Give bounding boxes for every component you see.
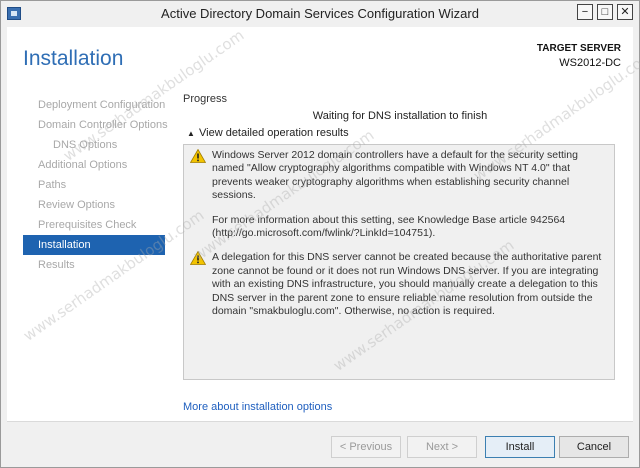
- install-button[interactable]: Install: [485, 436, 555, 458]
- wizard-steps-sidebar: Deployment Configuration Domain Controll…: [23, 95, 168, 275]
- warning-icon: [190, 149, 206, 163]
- sidebar-item-results: Results: [38, 259, 75, 271]
- warning-more-info: For more information about this setting,…: [212, 213, 566, 240]
- sidebar-item-additional-options: Additional Options: [38, 159, 128, 171]
- sidebar-item-deployment-configuration: Deployment Configuration: [38, 99, 166, 111]
- expander-label: View detailed operation results: [199, 127, 349, 139]
- target-server-name: WS2012-DC: [559, 57, 621, 69]
- sidebar-item-dns-options: DNS Options: [53, 139, 118, 151]
- next-button[interactable]: Next >: [407, 436, 477, 458]
- sidebar-item-review-options: Review Options: [38, 199, 116, 211]
- installation-status: Waiting for DNS installation to finish: [312, 110, 488, 122]
- progress-label: Progress: [183, 93, 228, 105]
- maximize-button[interactable]: □: [597, 4, 613, 20]
- previous-button[interactable]: < Previous: [331, 436, 401, 458]
- minimize-button[interactable]: −: [577, 4, 593, 20]
- target-server-label: TARGET SERVER: [536, 43, 621, 54]
- content-area: Deployment Configuration Domain Controll…: [7, 79, 633, 421]
- warning-message: Windows Server 2012 domain controllers h…: [212, 149, 578, 202]
- warning-item: Windows Server 2012 domain controllers h…: [190, 149, 608, 251]
- sidebar-item-paths: Paths: [38, 179, 67, 191]
- sidebar-item-installation[interactable]: Installation: [23, 235, 165, 255]
- cancel-button[interactable]: Cancel: [559, 436, 629, 458]
- wizard-footer: < Previous Next > Install Cancel: [7, 421, 633, 464]
- operation-results-box[interactable]: Windows Server 2012 domain controllers h…: [183, 144, 615, 380]
- page-title: Installation: [23, 47, 124, 70]
- chevron-up-icon: ▲: [187, 128, 195, 138]
- wizard-window: Active Directory Domain Services Configu…: [0, 0, 640, 468]
- warning-icon: [190, 251, 206, 266]
- title-bar[interactable]: Active Directory Domain Services Configu…: [1, 1, 639, 27]
- sidebar-item-prerequisites-check: Prerequisites Check: [38, 219, 137, 231]
- view-details-expander[interactable]: ▲ View detailed operation results: [183, 127, 617, 139]
- close-button[interactable]: ✕: [617, 4, 633, 20]
- page-header: Installation TARGET SERVER WS2012-DC: [7, 27, 633, 79]
- sidebar-item-domain-controller-options: Domain Controller Options: [38, 119, 168, 131]
- window-title: Active Directory Domain Services Configu…: [161, 6, 479, 21]
- warning-item: A delegation for this DNS server cannot …: [190, 251, 608, 329]
- warning-message: A delegation for this DNS server cannot …: [212, 251, 602, 318]
- main-panel: Progress Waiting for DNS installation to…: [183, 93, 617, 380]
- more-about-installation-link[interactable]: More about installation options: [183, 401, 332, 413]
